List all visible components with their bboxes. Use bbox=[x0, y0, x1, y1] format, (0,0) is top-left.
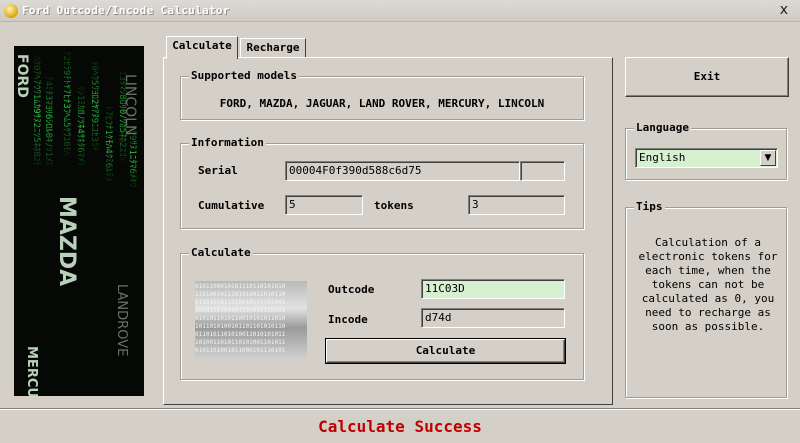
chevron-down-icon[interactable]: ▼ bbox=[760, 150, 776, 166]
language-value: English bbox=[639, 151, 686, 164]
language-select[interactable]: English ▼ bbox=[635, 148, 778, 168]
supported-models-text: FORD, MAZDA, JAGUAR, LAND ROVER, MERCURY… bbox=[219, 97, 545, 110]
banner-word-landrove: LANDROVE bbox=[114, 284, 129, 356]
svg-text:ﾊｸ0ｱﾍ7ｳﾜ1ﾑｶ9ｻﾇ2ﾆﾂ5ﾈﾎ8ﾕﾓ: ﾊｸ0ｱﾍ7ｳﾜ1ﾑｶ9ｻﾇ2ﾆﾂ5ﾈﾎ8ﾕﾓ bbox=[31, 56, 42, 166]
serial-field-extra bbox=[520, 161, 565, 181]
language-label: Language bbox=[634, 121, 691, 134]
serial-label: Serial bbox=[198, 164, 238, 177]
binary-code-image: 0101100010101110110101010 11010010111010… bbox=[195, 281, 307, 359]
svg-text:ﾄ7ﾋﾌﾅ1ｹﾓﾊ4ｸﾐ6ﾙﾃﾒ: ﾄ7ﾋﾌﾅ1ｹﾓﾊ4ｸﾐ6ﾙﾃﾒ bbox=[103, 106, 114, 182]
exit-button[interactable]: Exit bbox=[625, 57, 789, 97]
tips-group: Tips Calculation of a electronic tokens … bbox=[625, 200, 787, 398]
tips-text: Calculation of a electronic tokens for e… bbox=[638, 236, 778, 333]
calculate-button[interactable]: Calculate bbox=[325, 338, 566, 364]
outcode-label: Outcode bbox=[328, 283, 375, 296]
app-coin-icon bbox=[4, 4, 18, 18]
window-title: Ford Outcode/Incode Calculator bbox=[22, 4, 230, 17]
svg-text:ﾃ4ﾐﾀ3ﾏﾖﾘ6ｼﾛﾙ0ｷﾉｿ1ﾒｴ: ﾃ4ﾐﾀ3ﾏﾖﾘ6ｼﾛﾙ0ｷﾉｿ1ﾒｴ bbox=[43, 76, 54, 167]
svg-text:ﾘｼ1ﾐｶ8ﾉﾂﾈ4ｻﾎﾀ6ﾏﾒｿ: ﾘｼ1ﾐｶ8ﾉﾂﾈ4ｻﾎﾀ6ﾏﾒｿ bbox=[75, 86, 86, 167]
supported-models-label: Supported models bbox=[189, 69, 299, 82]
calculate-group-label: Calculate bbox=[189, 246, 253, 259]
incode-label: Incode bbox=[328, 313, 368, 326]
status-bar: Calculate Success bbox=[0, 408, 800, 443]
banner-word-ford: FORD bbox=[14, 54, 30, 98]
incode-field[interactable]: d74d bbox=[421, 308, 565, 328]
tokens-field[interactable]: 3 bbox=[468, 195, 565, 215]
banner-word-lincoln: LINCOLN bbox=[122, 74, 138, 135]
tab-calculate[interactable]: Calculate bbox=[166, 36, 238, 59]
status-message: Calculate Success bbox=[318, 417, 482, 436]
information-label: Information bbox=[189, 136, 266, 149]
matrix-banner-image: ﾊｸ0ｱﾍ7ｳﾜ1ﾑｶ9ｻﾇ2ﾆﾂ5ﾈﾎ8ﾕﾓ ﾃ4ﾐﾀ3ﾏﾖﾘ6ｼﾛﾙ0ｷﾉｿ… bbox=[14, 46, 144, 396]
tokens-label: tokens bbox=[374, 199, 414, 212]
information-group: Information bbox=[180, 136, 584, 229]
outcode-field[interactable]: 11C03D bbox=[421, 279, 565, 299]
supported-models-group: Supported models FORD, MAZDA, JAGUAR, LA… bbox=[180, 69, 584, 120]
title-bar: Ford Outcode/Incode Calculator x bbox=[0, 0, 800, 22]
tab-recharge[interactable]: Recharge bbox=[240, 38, 306, 58]
close-icon[interactable]: x bbox=[780, 2, 788, 18]
tips-label: Tips bbox=[634, 200, 665, 213]
cumulative-label: Cumulative bbox=[198, 199, 265, 212]
svg-text:ｱ2ｾﾗ9ﾁﾄﾔ7ﾋﾅ3ﾌﾍﾑ5ｹﾜﾕ0ﾓﾊ: ｱ2ｾﾗ9ﾁﾄﾔ7ﾋﾅ3ﾌﾍﾑ5ｹﾜﾕ0ﾓﾊ bbox=[61, 51, 72, 156]
cumulative-field[interactable]: 5 bbox=[285, 195, 363, 215]
serial-field[interactable]: 00004F0f390d588c6d75 bbox=[285, 161, 520, 181]
banner-word-mazda: MAZDA bbox=[54, 196, 79, 286]
svg-text:ｷ0ﾍｳ5ﾜﾖﾛ2ﾔｱﾇ9ﾆﾕｾ3ﾗﾁ: ｷ0ﾍｳ5ﾜﾖﾛ2ﾔｱﾇ9ﾆﾕｾ3ﾗﾁ bbox=[89, 61, 100, 152]
banner-word-mercu: MERCU bbox=[24, 346, 39, 396]
